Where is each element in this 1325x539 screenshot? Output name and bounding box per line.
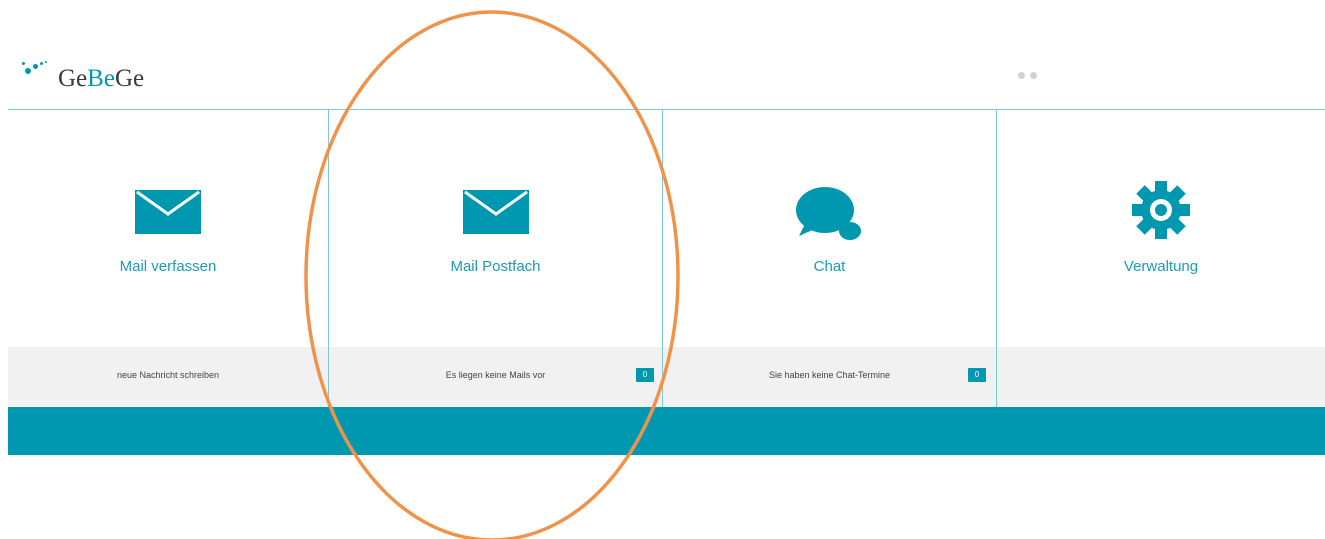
tile-chat: Chat Sie haben keine Chat-Termine 0 <box>663 110 996 407</box>
tile-footer[interactable]: Sie haben keine Chat-Termine 0 <box>663 347 996 407</box>
mail-count-badge: 0 <box>636 368 654 382</box>
tile-admin: Verwaltung <box>997 110 1325 407</box>
tile-grid: Mail verfassen neue Nachricht schreiben … <box>8 110 1325 407</box>
chat-count-badge: 0 <box>968 368 986 382</box>
tile-footer-text: Es liegen keine Mails vor <box>445 370 546 380</box>
chat-bubble-icon <box>795 187 861 240</box>
tile-title: Mail Postfach <box>450 258 541 275</box>
tile-footer <box>997 347 1325 407</box>
tile-footer-text: Sie haben keine Chat-Termine <box>768 370 891 380</box>
envelope-icon <box>135 190 201 234</box>
tile-mail-inbox-button[interactable]: Mail Postfach <box>329 110 662 347</box>
logo-suffix: Ge <box>114 65 145 92</box>
tile-chat-button[interactable]: Chat <box>663 110 996 347</box>
tile-mail-inbox: Mail Postfach Es liegen keine Mails vor … <box>329 110 662 407</box>
logo-prefix: Ge <box>58 65 88 92</box>
logo-text: GeBeGe <box>58 64 144 94</box>
header-dots-icon <box>1018 66 1042 84</box>
tile-footer-text: neue Nachricht schreiben <box>116 370 220 380</box>
gear-icon <box>1132 181 1190 239</box>
tile-admin-button[interactable]: Verwaltung <box>997 110 1325 347</box>
tile-title: Verwaltung <box>1123 258 1199 275</box>
tile-footer[interactable]: neue Nachricht schreiben <box>8 347 328 407</box>
footer-bar <box>8 407 1325 455</box>
tile-mail-compose: Mail verfassen neue Nachricht schreiben <box>8 110 328 407</box>
envelope-icon <box>462 190 529 234</box>
logo[interactable]: GeBeGe <box>22 58 144 94</box>
header: GeBeGe <box>0 0 1325 110</box>
logo-accent: Be <box>87 65 115 92</box>
tile-footer[interactable]: Es liegen keine Mails vor 0 <box>329 347 662 407</box>
tile-title: Mail verfassen <box>119 258 217 275</box>
tile-title: Chat <box>813 258 846 275</box>
tile-mail-compose-button[interactable]: Mail verfassen <box>8 110 328 347</box>
logo-dots-icon <box>22 58 58 76</box>
